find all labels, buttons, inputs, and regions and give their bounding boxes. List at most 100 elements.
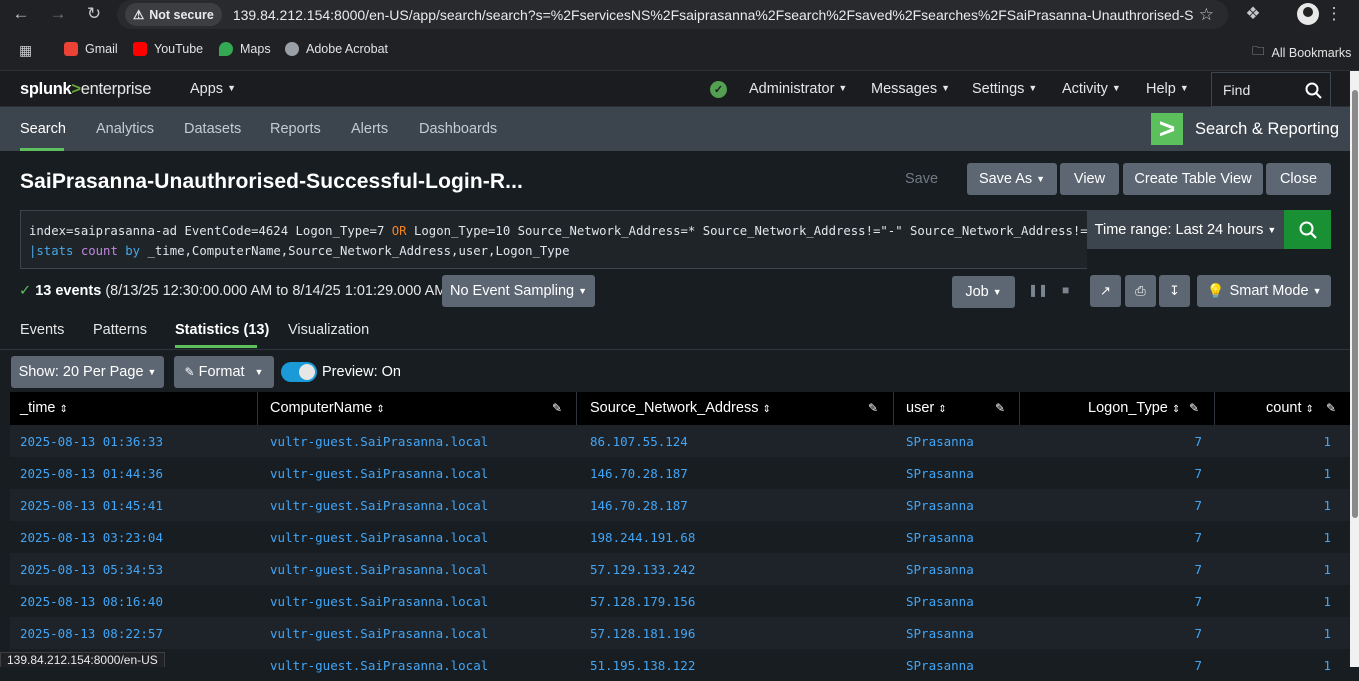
user-cell[interactable]: SPrasanna [906,626,974,641]
logon-type-cell[interactable]: 7 [1194,530,1202,545]
column-header-count[interactable]: count ⇕ [1266,400,1314,416]
time-cell[interactable]: 2025-08-13 03:23:04 [20,530,163,545]
messages-menu[interactable]: Messages ▼ [871,81,950,97]
export-icon[interactable]: ↧ [1159,275,1190,307]
computername-cell[interactable]: vultr-guest.SaiPrasanna.local [270,434,488,449]
count-cell[interactable]: 1 [1323,626,1331,641]
source-address-cell[interactable]: 51.195.138.122 [590,658,695,673]
source-address-cell[interactable]: 86.107.55.124 [590,434,688,449]
tab-datasets[interactable]: Datasets [184,121,241,137]
administrator-menu[interactable]: Administrator ▼ [749,81,847,97]
count-cell[interactable]: 1 [1323,530,1331,545]
bookmark-gmail[interactable]: Gmail [64,42,118,56]
extensions-icon[interactable]: ❖ [1241,2,1265,26]
url-text[interactable]: 139.84.212.154:8000/en-US/app/search/sea… [233,7,1193,23]
share-icon[interactable]: ↗ [1090,275,1121,307]
tab-statistics[interactable]: Statistics (13) [175,322,269,338]
time-cell[interactable]: 2025-08-13 05:34:53 [20,562,163,577]
print-icon[interactable]: ⎙ [1125,275,1156,307]
column-header-user[interactable]: user ⇕ [906,400,947,416]
source-address-cell[interactable]: 57.128.179.156 [590,594,695,609]
bookmark-adobe-acrobat[interactable]: Adobe Acrobat [285,42,388,56]
edit-column-icon[interactable]: ✎ [552,401,562,415]
column-header-source-network-address[interactable]: Source_Network_Address ⇕ [590,400,771,416]
reload-icon[interactable]: ↻ [82,2,106,26]
time-cell[interactable]: 2025-08-13 01:45:41 [20,498,163,513]
pause-icon[interactable]: ❚❚ [1028,283,1048,297]
computername-cell[interactable]: vultr-guest.SaiPrasanna.local [270,466,488,481]
tab-search[interactable]: Search [20,121,66,137]
source-address-cell[interactable]: 57.128.181.196 [590,626,695,641]
health-check-icon[interactable]: ✓ [710,81,727,98]
column-header-computername[interactable]: ComputerName ⇕ [270,400,385,416]
count-cell[interactable]: 1 [1323,594,1331,609]
event-sampling-dropdown[interactable]: No Event Sampling ▼ [442,275,595,307]
apps-grid-icon[interactable]: ▦ [19,42,32,59]
bookmark-youtube[interactable]: YouTube [133,42,203,56]
count-cell[interactable]: 1 [1323,466,1331,481]
logon-type-cell[interactable]: 7 [1194,626,1202,641]
computername-cell[interactable]: vultr-guest.SaiPrasanna.local [270,498,488,513]
format-dropdown[interactable]: ✎ Format ▼ [174,356,274,388]
bookmark-star-icon[interactable]: ☆ [1199,5,1214,25]
source-address-cell[interactable]: 198.244.191.68 [590,530,695,545]
save-as-button[interactable]: Save As ▼ [967,163,1057,195]
logon-type-cell[interactable]: 7 [1194,658,1202,673]
computername-cell[interactable]: vultr-guest.SaiPrasanna.local [270,626,488,641]
logon-type-cell[interactable]: 7 [1194,466,1202,481]
source-address-cell[interactable]: 146.70.28.187 [590,466,688,481]
source-address-cell[interactable]: 57.129.133.242 [590,562,695,577]
user-cell[interactable]: SPrasanna [906,658,974,673]
activity-menu[interactable]: Activity ▼ [1062,81,1121,97]
help-menu[interactable]: Help ▼ [1146,81,1189,97]
tab-alerts[interactable]: Alerts [351,121,388,137]
logon-type-cell[interactable]: 7 [1194,498,1202,513]
column-header-logon-type[interactable]: Logon_Type ⇕ [1088,400,1180,416]
count-cell[interactable]: 1 [1323,562,1331,577]
user-cell[interactable]: SPrasanna [906,498,974,513]
stop-icon[interactable]: ■ [1062,283,1069,297]
all-bookmarks[interactable]: 🗀 All Bookmarks [1252,42,1351,63]
time-cell[interactable]: 2025-08-13 08:16:40 [20,594,163,609]
count-cell[interactable]: 1 [1323,434,1331,449]
user-cell[interactable]: SPrasanna [906,594,974,609]
time-cell[interactable]: 2025-08-13 01:44:36 [20,466,163,481]
user-cell[interactable]: SPrasanna [906,530,974,545]
time-cell[interactable]: 2025-08-13 08:22:57 [20,626,163,641]
preview-toggle[interactable] [281,362,317,382]
job-menu[interactable]: Job ▼ [952,276,1015,308]
settings-menu[interactable]: Settings ▼ [972,81,1037,97]
computername-cell[interactable]: vultr-guest.SaiPrasanna.local [270,562,488,577]
tab-patterns[interactable]: Patterns [93,322,147,338]
profile-avatar[interactable] [1297,3,1319,25]
search-query-editor[interactable]: index=saiprasanna-ad EventCode=4624 Logo… [20,210,1087,269]
logon-type-cell[interactable]: 7 [1194,562,1202,577]
view-button[interactable]: View [1060,163,1119,195]
apps-menu[interactable]: Apps ▼ [190,81,236,97]
tab-visualization[interactable]: Visualization [288,322,369,338]
search-submit-button[interactable] [1284,210,1331,249]
splunk-logo[interactable]: splunk>enterprise [20,80,151,99]
column-header-time[interactable]: _time ⇕ [20,400,68,416]
edit-column-icon[interactable]: ✎ [1326,401,1336,415]
source-address-cell[interactable]: 146.70.28.187 [590,498,688,513]
create-table-view-button[interactable]: Create Table View [1123,163,1263,195]
save-button[interactable]: Save [905,171,938,187]
browser-menu-icon[interactable]: ⋮ [1322,2,1346,26]
user-cell[interactable]: SPrasanna [906,562,974,577]
tab-events[interactable]: Events [20,322,64,338]
page-size-dropdown[interactable]: Show: 20 Per Page ▼ [11,356,164,388]
logon-type-cell[interactable]: 7 [1194,594,1202,609]
back-icon[interactable]: ← [9,2,33,26]
bookmark-maps[interactable]: Maps [219,42,271,56]
scrollbar-thumb[interactable] [1352,90,1358,518]
computername-cell[interactable]: vultr-guest.SaiPrasanna.local [270,594,488,609]
forward-icon[interactable]: → [46,2,70,26]
edit-column-icon[interactable]: ✎ [995,401,1005,415]
time-cell[interactable]: 2025-08-13 01:36:33 [20,434,163,449]
user-cell[interactable]: SPrasanna [906,434,974,449]
count-cell[interactable]: 1 [1323,658,1331,673]
edit-column-icon[interactable]: ✎ [868,401,878,415]
user-cell[interactable]: SPrasanna [906,466,974,481]
tab-dashboards[interactable]: Dashboards [419,121,497,137]
